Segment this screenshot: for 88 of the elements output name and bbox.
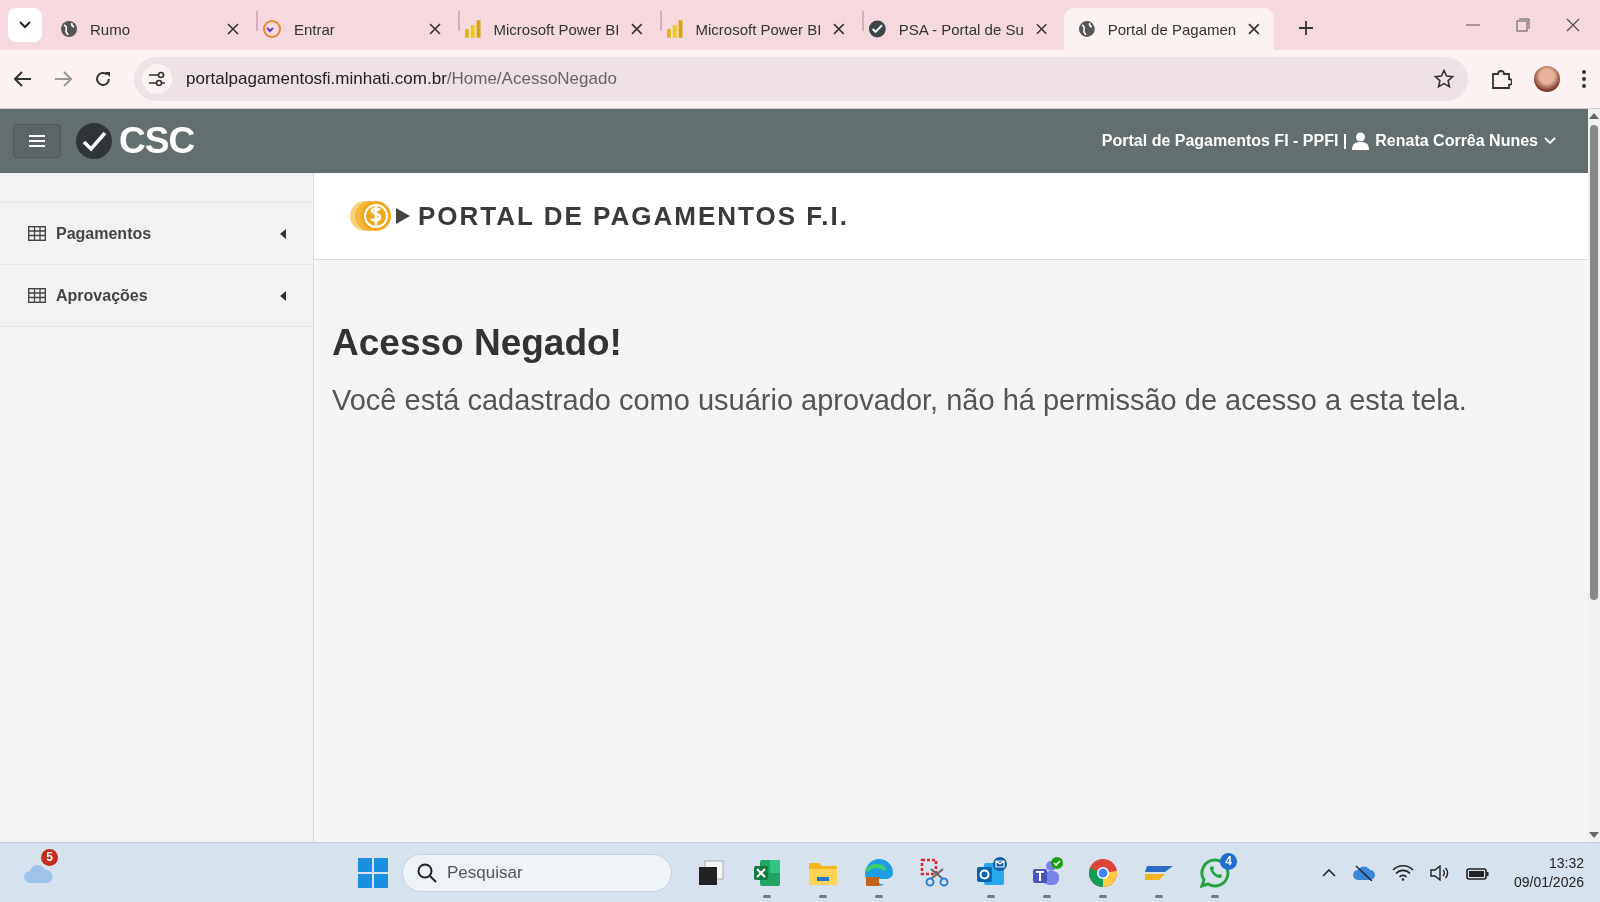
clock-time: 13:32 xyxy=(1548,853,1584,873)
chrome-icon[interactable] xyxy=(1088,857,1118,888)
table-icon xyxy=(28,226,46,241)
search-icon xyxy=(417,862,437,883)
user-menu[interactable]: Renata Corrêa Nunes xyxy=(1352,132,1556,150)
tab-title: Entrar xyxy=(294,20,336,38)
chevron-up-icon[interactable] xyxy=(1321,868,1336,877)
notification-badge: 5 xyxy=(41,848,58,866)
wifi-icon[interactable] xyxy=(1391,864,1414,881)
scroll-up-icon[interactable] xyxy=(1589,113,1599,119)
running-indicator xyxy=(1043,895,1051,898)
portal-title: Portal de Pagamentos FI - PPFI | xyxy=(1101,132,1348,150)
running-indicator xyxy=(763,895,771,898)
clock[interactable]: 13:32 09/01/2026 xyxy=(1513,853,1584,892)
restore-icon[interactable] xyxy=(1516,18,1530,32)
tab-title: PSA - Portal de Su xyxy=(898,20,1024,38)
sidebar-item[interactable]: Pagamentos xyxy=(0,202,313,265)
browser-tab[interactable]: Microsoft Power BI xyxy=(462,8,658,50)
table-icon xyxy=(28,288,46,303)
banner-title: PORTAL DE PAGAMENTOS F.I. xyxy=(418,200,849,232)
browser-tab[interactable]: Microsoft Power BI xyxy=(664,8,860,50)
bar-chart-icon xyxy=(464,19,482,39)
globe-icon xyxy=(1078,20,1096,38)
menu-button[interactable] xyxy=(13,124,61,158)
search-placeholder: Pesquisar xyxy=(447,862,523,883)
speaker-icon[interactable] xyxy=(1429,864,1450,881)
chat-bubble-icon[interactable] xyxy=(1199,856,1231,889)
profile-avatar[interactable] xyxy=(1534,66,1560,92)
spreadsheet-icon[interactable] xyxy=(752,857,782,888)
bar-chart-icon xyxy=(666,19,684,39)
puzzle-icon[interactable] xyxy=(1490,68,1512,90)
running-indicator xyxy=(875,895,883,898)
close-tab-icon[interactable] xyxy=(631,23,643,35)
user-icon xyxy=(1352,132,1370,150)
running-indicator xyxy=(987,895,995,898)
scroll-down-icon[interactable] xyxy=(1589,832,1599,838)
site-settings-button[interactable] xyxy=(142,64,172,94)
tab-title: Rumo xyxy=(90,20,131,38)
star-icon[interactable] xyxy=(1434,69,1454,89)
close-tab-icon[interactable] xyxy=(227,23,239,35)
sidebar-label: Pagamentos xyxy=(56,224,153,243)
close-tab-icon[interactable] xyxy=(1035,23,1047,35)
url-text: portalpagamentosfi.minhati.com.br/Home/AcessoNegado xyxy=(186,69,618,89)
running-indicator xyxy=(819,895,827,898)
close-tab-icon[interactable] xyxy=(1248,23,1260,35)
tab-title: Microsoft Power BI xyxy=(493,20,620,38)
tab-title: Portal de Pagamen xyxy=(1107,20,1237,38)
window-stack-icon[interactable] xyxy=(696,858,726,887)
browser-tab[interactable]: Rumo xyxy=(58,8,254,50)
ring-icon xyxy=(262,19,282,39)
scissors-icon[interactable] xyxy=(919,856,951,889)
menu-dots-icon[interactable] xyxy=(1582,70,1586,88)
logo-text: CSC xyxy=(119,120,195,162)
close-tab-icon[interactable] xyxy=(429,23,441,35)
close-icon[interactable] xyxy=(1566,18,1580,32)
scrollbar[interactable] xyxy=(1588,109,1600,842)
back-icon[interactable] xyxy=(14,71,32,87)
windows-start-icon[interactable] xyxy=(358,857,388,888)
chevron-down-icon xyxy=(1544,137,1556,145)
forward-icon[interactable] xyxy=(54,71,72,87)
browser-tab[interactable]: PSA - Portal de Su xyxy=(866,8,1062,50)
sliders-icon xyxy=(148,71,166,87)
menu-icon xyxy=(29,135,45,147)
running-indicator xyxy=(1211,895,1219,898)
tab-list-button[interactable] xyxy=(8,8,42,42)
error-title: Acesso Negado! xyxy=(332,322,623,364)
sidebar-item[interactable]: Aprovações xyxy=(0,264,313,327)
search-field[interactable]: Pesquisar xyxy=(402,853,672,892)
check-circle-icon xyxy=(868,19,887,39)
error-message: Você está cadastrado como usuário aprovador, não há permissão de acesso a esta tela. xyxy=(332,384,1468,417)
address-bar[interactable]: portalpagamentosfi.minhati.com.br/Home/AcessoNegado xyxy=(134,57,1468,101)
browser-tab[interactable]: Entrar xyxy=(260,8,456,50)
edge-icon[interactable] xyxy=(863,856,895,889)
chevron-down-icon xyxy=(19,21,31,29)
check-circle-icon xyxy=(75,122,113,160)
clock-date: 09/01/2026 xyxy=(1513,872,1584,892)
notification-badge: 4 xyxy=(1220,852,1237,870)
sidebar-label: Aprovações xyxy=(56,286,149,305)
reload-icon[interactable] xyxy=(94,70,112,88)
tab-title: Microsoft Power BI xyxy=(695,20,822,38)
globe-icon xyxy=(60,20,78,38)
cloud-icon[interactable] xyxy=(1351,864,1376,881)
coin-arrow-icon xyxy=(348,199,412,233)
running-indicator xyxy=(1099,895,1107,898)
running-indicator xyxy=(1155,895,1163,898)
browser-tab[interactable]: Portal de Pagamen xyxy=(1064,8,1274,50)
close-tab-icon[interactable] xyxy=(833,23,845,35)
plus-icon[interactable] xyxy=(1298,20,1314,36)
